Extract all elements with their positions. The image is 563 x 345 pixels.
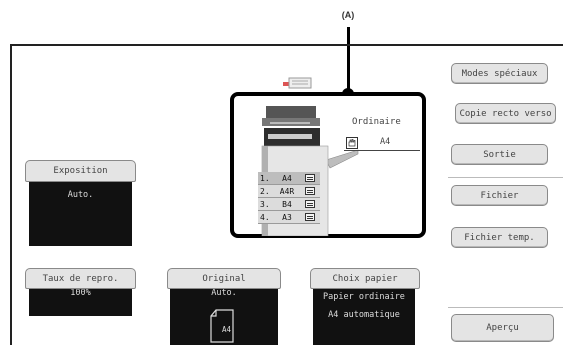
separator: [448, 177, 563, 178]
paper-select-line1: Papier ordinaire: [323, 292, 405, 302]
original-value: Auto.: [211, 288, 237, 298]
tray-number: 2.: [260, 186, 270, 196]
tray-row[interactable]: 2. A4R: [258, 185, 320, 198]
bypass-underline: [344, 150, 420, 151]
bypass-paper-type: Ordinaire: [352, 117, 401, 127]
callout-line: [347, 27, 350, 92]
file-button[interactable]: Fichier: [451, 185, 548, 206]
temp-file-button[interactable]: Fichier temp.: [451, 227, 548, 248]
tray-row[interactable]: 3. B4: [258, 198, 320, 211]
exposure-value: Auto.: [67, 190, 94, 200]
tray-paper-icon: [305, 187, 315, 195]
tray-number: 4.: [260, 212, 270, 222]
document-feeder-icon: [283, 77, 312, 89]
output-button[interactable]: Sortie: [451, 144, 548, 165]
preview-button[interactable]: Aperçu: [451, 314, 554, 342]
machine-preview[interactable]: 1. A4 2. A4R 3. B4 4. A3: [230, 92, 426, 238]
tray-number: 1.: [260, 173, 270, 183]
tray-size: B4: [282, 199, 292, 209]
original-button[interactable]: Original: [167, 268, 281, 289]
paper-select-line2: A4 automatique: [328, 310, 400, 320]
tray-size: A4: [282, 173, 292, 183]
duplex-copy-button[interactable]: Copie recto verso: [455, 103, 556, 124]
screen-frame-top: [10, 44, 563, 46]
screen-frame-left: [10, 44, 12, 345]
tray-paper-icon: [305, 174, 315, 182]
paper-select-button[interactable]: Choix papier: [310, 268, 420, 289]
callout-label: (A): [341, 10, 355, 20]
bypass-paper-size: A4: [380, 137, 391, 147]
special-modes-button[interactable]: Modes spéciaux: [451, 63, 548, 84]
tray-paper-icon: [305, 213, 315, 221]
tray-size: A3: [282, 212, 292, 222]
ratio-button[interactable]: Taux de repro.: [25, 268, 136, 289]
tray-row[interactable]: 1. A4: [258, 172, 320, 185]
tray-number: 3.: [260, 199, 270, 209]
ratio-value: 100%: [70, 288, 91, 298]
original-size: A4: [222, 325, 232, 334]
bypass-tray-hand-icon: [346, 137, 358, 149]
exposure-button[interactable]: Exposition: [25, 160, 136, 182]
separator: [448, 307, 563, 308]
tray-row[interactable]: 4. A3: [258, 211, 320, 224]
tray-paper-icon: [305, 200, 315, 208]
tray-size: A4R: [279, 186, 295, 196]
